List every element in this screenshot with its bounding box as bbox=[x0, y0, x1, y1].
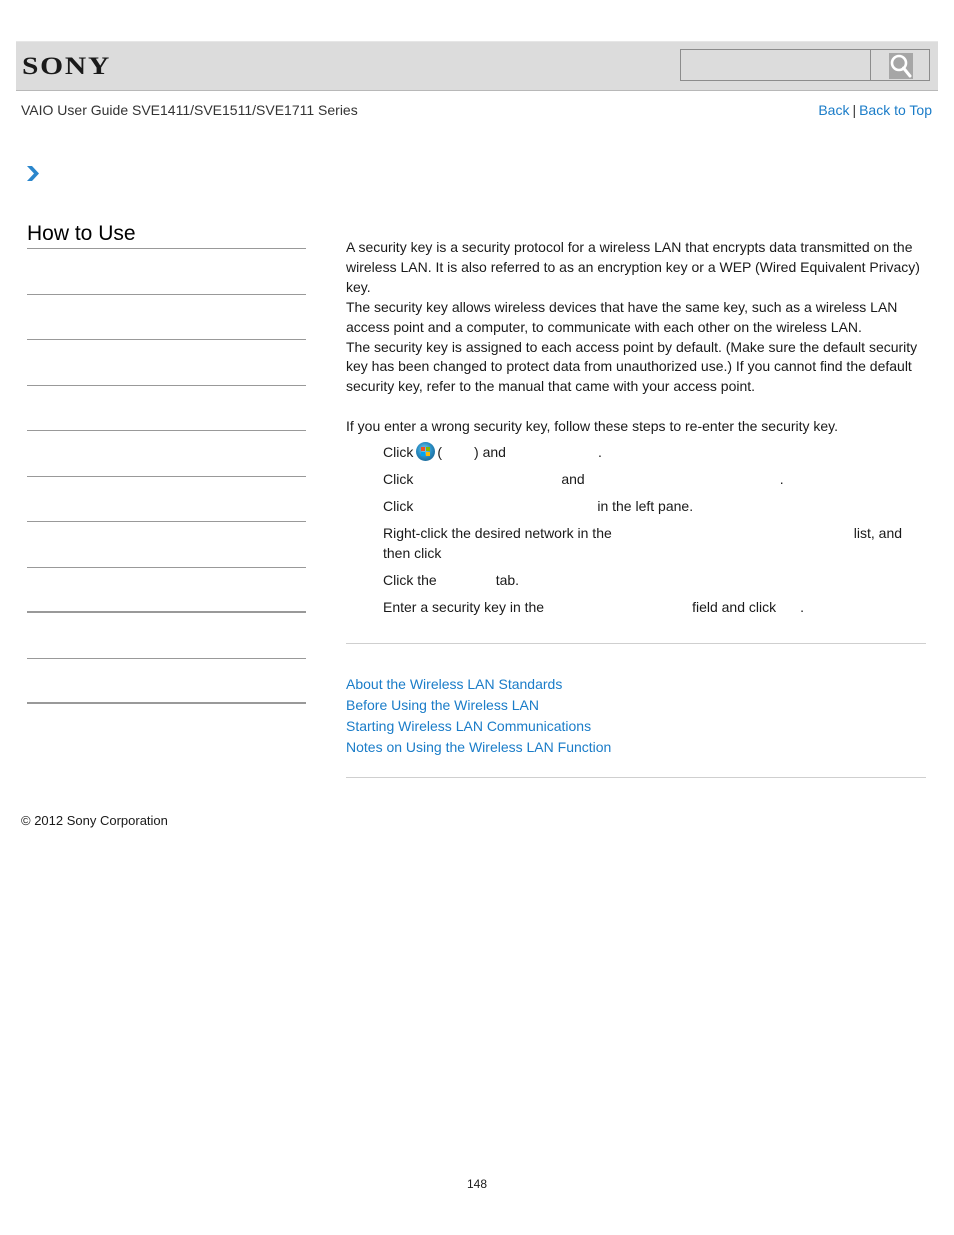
header-bar: SONY bbox=[16, 41, 938, 91]
intro-paragraph: A security key is a security protocol fo… bbox=[346, 239, 920, 295]
steps-intro: If you enter a wrong security key, follo… bbox=[346, 418, 839, 435]
sidebar-item[interactable] bbox=[27, 659, 306, 704]
chevron-right-icon[interactable] bbox=[27, 166, 40, 181]
sidebar-item[interactable] bbox=[27, 477, 306, 522]
sidebar-item[interactable] bbox=[27, 431, 306, 477]
sidebar-item[interactable] bbox=[27, 295, 306, 340]
step-item: Click() and. bbox=[383, 442, 602, 462]
sidebar-item[interactable] bbox=[27, 568, 306, 613]
sidebar-item[interactable] bbox=[27, 522, 306, 568]
related-link[interactable]: Notes on Using the Wireless LAN Function bbox=[346, 737, 611, 758]
intro-paragraph: The security key is assigned to each acc… bbox=[346, 338, 918, 395]
sony-logo: SONY bbox=[22, 53, 112, 80]
sidebar-title: How to Use bbox=[27, 222, 306, 249]
step-item: Enter a security key in the field and cli… bbox=[383, 598, 805, 615]
intro-paragraph: The security key allows wireless devices… bbox=[346, 298, 898, 335]
divider bbox=[346, 777, 926, 778]
search-box bbox=[680, 49, 930, 81]
sidebar-list bbox=[27, 249, 306, 704]
step-item: Click in the left pane. bbox=[383, 497, 694, 514]
step-item: Click and. bbox=[383, 471, 784, 488]
related-link[interactable]: Before Using the Wireless LAN bbox=[346, 695, 611, 716]
steps-list: Click() and. Click and. Click in the left … bbox=[346, 442, 928, 617]
copyright: © 2012 Sony Corporation bbox=[21, 813, 168, 828]
top-nav-links: Back | Back to Top bbox=[818, 102, 932, 118]
search-button[interactable] bbox=[872, 50, 929, 80]
windows-start-orb-icon bbox=[416, 442, 436, 462]
sidebar-item[interactable] bbox=[27, 249, 306, 295]
magnifier-icon bbox=[889, 53, 913, 79]
guide-title: VAIO User Guide SVE1411/SVE1511/SVE1711 … bbox=[21, 102, 358, 118]
back-to-top-link[interactable]: Back to Top bbox=[859, 102, 932, 118]
search-input[interactable] bbox=[681, 50, 871, 80]
main-content: A security key is a security protocol fo… bbox=[346, 238, 928, 625]
sidebar-item[interactable] bbox=[27, 613, 306, 659]
step-item: Click the tab. bbox=[383, 571, 520, 588]
page-number: 148 bbox=[466, 1177, 488, 1191]
divider bbox=[346, 643, 926, 644]
related-link[interactable]: Starting Wireless LAN Communications bbox=[346, 716, 611, 737]
link-separator: | bbox=[852, 102, 857, 118]
related-link[interactable]: About the Wireless LAN Standards bbox=[346, 674, 611, 695]
step-item: Right-click the desired network in the li… bbox=[383, 524, 903, 561]
related-links: About the Wireless LAN Standards Before … bbox=[346, 674, 611, 758]
back-link[interactable]: Back bbox=[818, 102, 849, 118]
sidebar-item[interactable] bbox=[27, 340, 306, 386]
sidebar-item[interactable] bbox=[27, 386, 306, 431]
